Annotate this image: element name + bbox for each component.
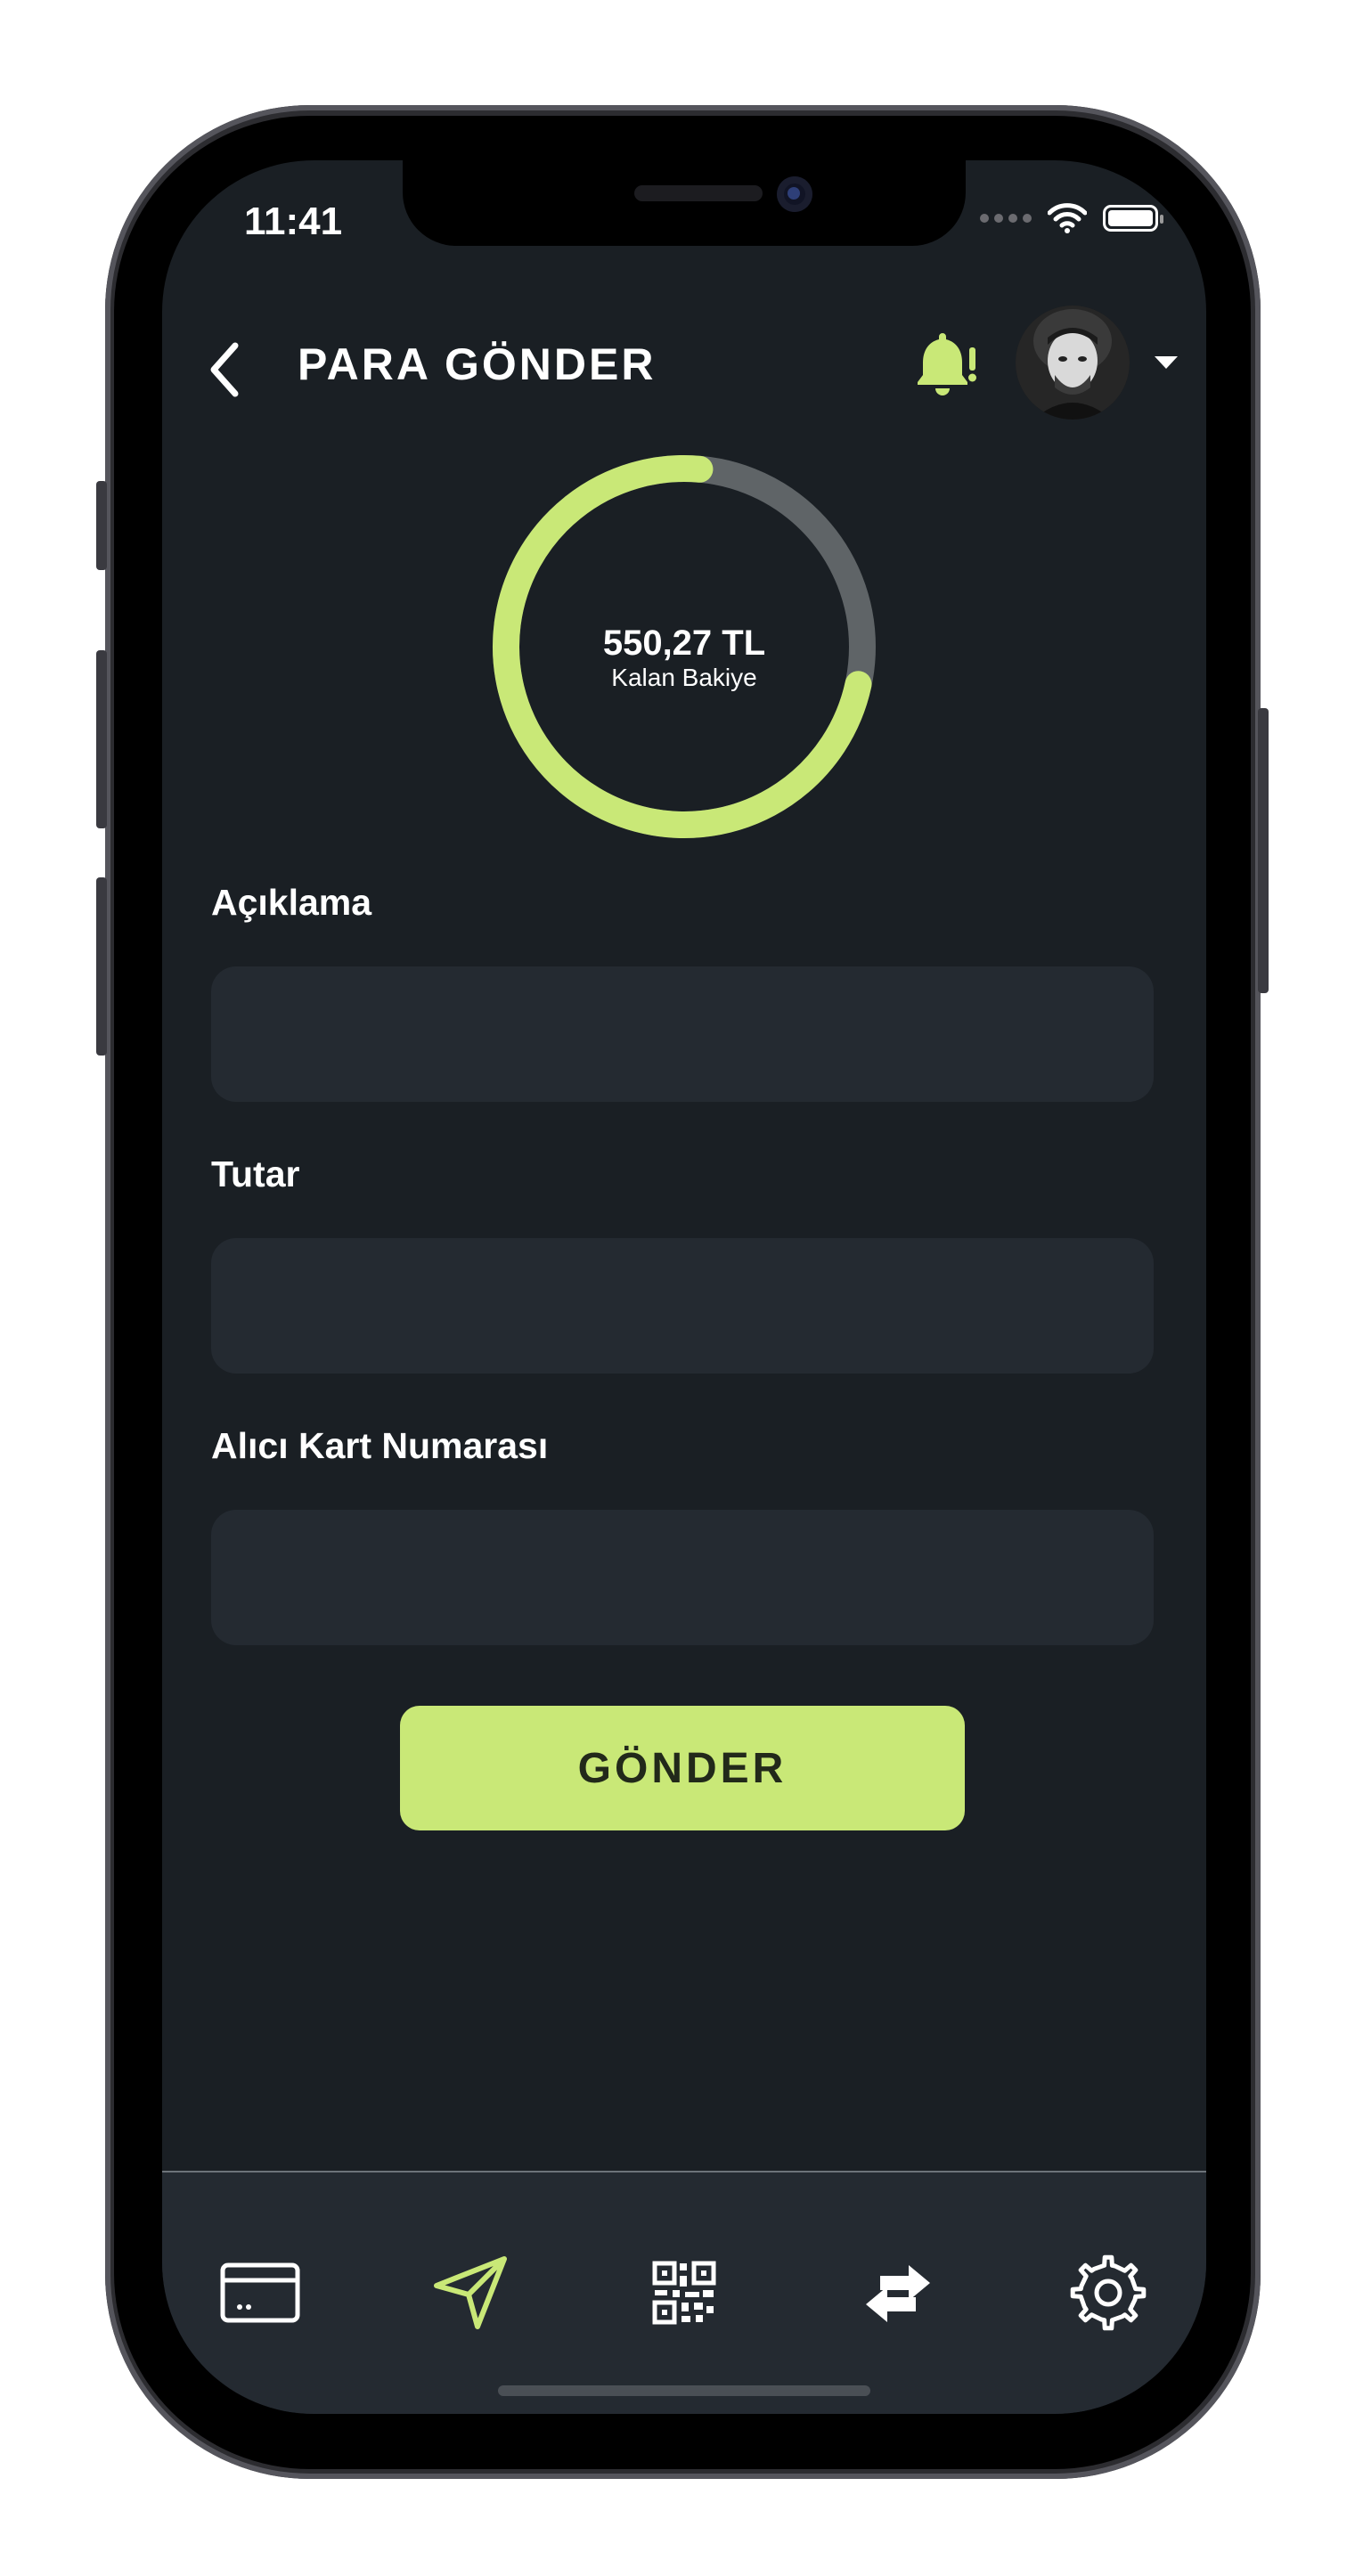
amount-field[interactable] xyxy=(211,1238,1154,1374)
battery-icon xyxy=(1103,205,1163,232)
volume-up-button xyxy=(96,650,107,828)
tab-send[interactable] xyxy=(426,2248,515,2337)
speaker xyxy=(634,185,763,201)
paper-plane-icon xyxy=(434,2256,507,2329)
gear-icon xyxy=(1070,2254,1147,2331)
bell-alert-icon xyxy=(918,333,976,395)
caret-down-icon xyxy=(1155,356,1178,369)
signal-icon xyxy=(980,214,1032,223)
swap-arrows-icon xyxy=(866,2265,930,2322)
tab-bar xyxy=(162,2171,1206,2414)
power-button xyxy=(1258,708,1269,993)
balance-amount: 550,27 TL xyxy=(602,624,766,663)
credit-card-icon xyxy=(220,2262,300,2323)
tab-transfer[interactable] xyxy=(853,2248,943,2337)
status-time: 11:41 xyxy=(244,200,343,243)
tab-qr[interactable] xyxy=(640,2248,729,2337)
volume-down-button xyxy=(96,877,107,1056)
description-label: Açıklama xyxy=(211,882,372,923)
notch xyxy=(403,160,966,246)
tab-cards[interactable] xyxy=(216,2248,305,2337)
qr-code-icon xyxy=(652,2261,716,2325)
chevron-left-icon xyxy=(210,342,239,397)
status-icons xyxy=(980,203,1163,233)
card-number-label: Alıcı Kart Numarası xyxy=(211,1425,549,1466)
send-button[interactable]: GÖNDER xyxy=(400,1706,965,1830)
back-button[interactable] xyxy=(207,334,260,405)
home-indicator xyxy=(498,2385,870,2396)
front-camera xyxy=(777,176,812,212)
notification-button[interactable] xyxy=(910,330,982,405)
tab-settings[interactable] xyxy=(1064,2248,1153,2337)
balance-label: Kalan Bakiye xyxy=(611,664,757,691)
avatar[interactable] xyxy=(1016,306,1130,420)
avatar-image xyxy=(1016,306,1130,420)
amount-label: Tutar xyxy=(211,1153,300,1194)
page-title: PARA GÖNDER xyxy=(298,339,657,389)
card-number-field[interactable] xyxy=(211,1510,1154,1645)
wifi-icon xyxy=(1048,203,1087,233)
app-screen: 11:41 PARA GÖNDER 550,27 TL Kalan Bakiye… xyxy=(162,160,1206,2414)
description-field[interactable] xyxy=(211,966,1154,1102)
profile-dropdown-button[interactable] xyxy=(1153,355,1179,375)
mute-switch xyxy=(96,481,107,570)
